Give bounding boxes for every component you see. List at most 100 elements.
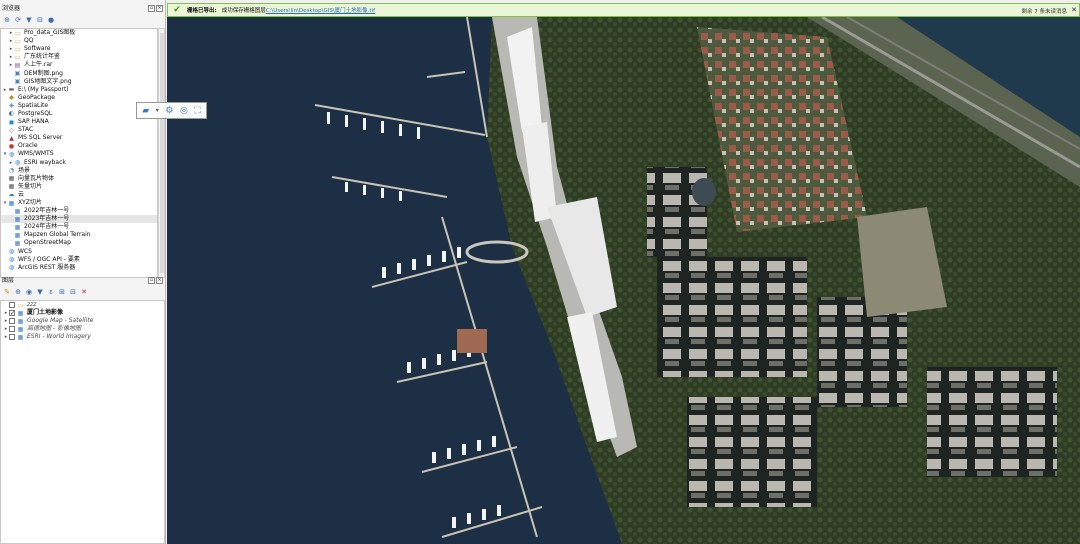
panel-float-button[interactable]: ▫ xyxy=(148,277,155,284)
browser-item[interactable]: ◐ PostgreSQL xyxy=(1,110,157,118)
browser-item[interactable]: ▾ ▦ XYZ切片 xyxy=(1,199,157,207)
close-message-icon[interactable]: ✕ xyxy=(1071,6,1077,14)
browser-item-label: SpatiaLite xyxy=(18,101,49,109)
panel-float-button[interactable]: ▫ xyxy=(148,5,155,12)
browser-item[interactable]: ▦ 2022年吉林一号 xyxy=(1,207,157,215)
browser-item-label: WCS xyxy=(18,247,32,255)
group-folder-icon: ▭ xyxy=(17,301,24,309)
collapse-all-icon[interactable]: ⊟ xyxy=(69,288,77,296)
message-text: 成功保存栅格图层 xyxy=(221,8,266,14)
add-layer-icon[interactable]: ⊕ xyxy=(3,16,11,24)
layer-label: ESRI - World Imagery xyxy=(27,333,91,341)
browser-item[interactable]: ▾ ◍ WMS/WMTS xyxy=(1,150,157,158)
layer-visibility-checkbox[interactable]: ✓ xyxy=(9,310,15,317)
layer-stack-icon[interactable]: ▰ xyxy=(142,105,149,117)
eye-icon[interactable]: ◉ xyxy=(25,288,33,296)
browser-item-label: 2022年吉林一号 xyxy=(24,207,70,215)
browser-panel-title-text: 浏览器 xyxy=(2,5,21,12)
browser-item[interactable]: ▦ OpenStreetMap xyxy=(1,239,157,247)
image-icon: ▣ xyxy=(14,70,21,78)
browser-item[interactable]: ● Oracle xyxy=(1,142,157,150)
tile-grid-icon: ▦ xyxy=(14,207,21,215)
layer-item[interactable]: ▸ ✓ ▦ 厦门土地影像 xyxy=(1,309,164,317)
layer-visibility-checkbox[interactable] xyxy=(9,334,15,341)
browser-item[interactable]: ▦ Mapzen Global Terrain xyxy=(1,231,157,239)
browser-item[interactable]: ▦ 矢量切片 xyxy=(1,183,157,191)
browser-item[interactable]: ▣ GIS地图文字.png xyxy=(1,78,157,86)
refresh-icon[interactable]: ⟳ xyxy=(14,16,22,24)
remove-layer-icon[interactable]: ✕ xyxy=(80,288,88,296)
browser-item-label: XYZ切片 xyxy=(18,199,42,207)
expand-all-icon[interactable]: ⊞ xyxy=(58,288,66,296)
browser-item-label: Pro_data_GIS图板 xyxy=(24,29,76,37)
browser-item[interactable]: ▲ MS SQL Server xyxy=(1,134,157,142)
browser-item[interactable]: ◇ STAC xyxy=(1,126,157,134)
browser-item[interactable]: ◍ ArcGIS REST 服务器 xyxy=(1,264,157,272)
layer-visibility-checkbox[interactable] xyxy=(9,326,15,333)
browser-item-label: E:\ (My Passport) xyxy=(18,85,69,93)
browser-item-label: 矢量切片 xyxy=(18,182,43,190)
mssql-icon: ▲ xyxy=(9,134,14,142)
browser-scrollbar[interactable] xyxy=(158,28,165,278)
browser-item-label: PostgreSQL xyxy=(18,109,53,117)
layer-label: 高德地图 - 影像地图 xyxy=(27,325,81,333)
expression-filter-icon[interactable]: ε xyxy=(47,288,55,296)
filter-icon[interactable]: ▼ xyxy=(25,16,33,24)
browser-item-label: Oracle xyxy=(18,142,38,150)
arcgis-icon: ◍ xyxy=(8,264,15,272)
message-path-link[interactable]: C:\Users\lin\Desktop\GIS\厦门土地影像.tif xyxy=(266,6,375,14)
zoom-icon[interactable]: ◎ xyxy=(180,105,188,117)
browser-item-label: WFS / OGC API - 要素 xyxy=(18,255,80,263)
browser-item[interactable]: ◍ WFS / OGC API - 要素 xyxy=(1,256,157,264)
layer-visibility-checkbox[interactable] xyxy=(9,302,15,309)
browser-item[interactable]: ▸ ▭ QQ xyxy=(1,37,157,45)
raster-layer-icon: ▦ xyxy=(17,333,24,341)
layer-item[interactable]: ▸ ▦ Google Map - Satellite xyxy=(1,317,164,325)
layer-visibility-checkbox[interactable] xyxy=(9,318,15,325)
panel-close-button[interactable]: × xyxy=(156,5,163,12)
browser-item-label: ESRI wayback xyxy=(24,158,66,166)
gear-icon[interactable]: ⚙ xyxy=(165,105,173,117)
layer-label: zzz xyxy=(27,301,37,309)
browser-item[interactable]: ☁ 云 xyxy=(1,191,157,199)
browser-item-label: 云 xyxy=(18,190,25,198)
browser-item[interactable]: ▸ ▬ E:\ (My Passport) xyxy=(1,86,157,94)
layers-toolbar: ✎ ⊕ ◉ ▼ ε ⊞ ⊟ ✕ xyxy=(0,286,165,298)
browser-item-label: QQ xyxy=(24,37,34,45)
layer-item[interactable]: ▸ ▦ ESRI - World Imagery xyxy=(1,333,164,341)
browser-item-label: GIS地图文字.png xyxy=(24,77,72,85)
layer-item[interactable]: ▭ zzz xyxy=(1,301,164,309)
browser-item[interactable]: ◈ SpatiaLite xyxy=(1,102,157,110)
browser-item[interactable]: ▸ ▤ 人上午.rar xyxy=(1,61,157,69)
browser-item[interactable]: ▸ ◍ ESRI wayback xyxy=(1,159,157,167)
browser-item[interactable]: ◍ WCS xyxy=(1,248,157,256)
fullscreen-icon[interactable]: ⛶ xyxy=(194,105,200,117)
browser-panel-title: 浏览器 ▫ × xyxy=(0,4,165,14)
chevron-down-icon[interactable]: ▾ xyxy=(156,105,159,117)
browser-item-label: Mapzen Global Terrain xyxy=(24,231,91,239)
style-icon[interactable]: ✎ xyxy=(3,288,11,296)
panel-close-button[interactable]: × xyxy=(156,277,163,284)
image-icon: ▣ xyxy=(14,78,21,86)
browser-item[interactable]: ◔ 场景 xyxy=(1,167,157,175)
wfs-icon: ◍ xyxy=(8,256,15,264)
layers-panel-title-text: 图层 xyxy=(2,277,15,284)
properties-icon[interactable]: ● xyxy=(47,16,55,24)
map-canvas[interactable] xyxy=(167,17,1080,544)
browser-item[interactable]: ▦ 2024年吉林一号 xyxy=(1,223,157,231)
layer-item[interactable]: ▸ ▦ 高德地图 - 影像地图 xyxy=(1,325,164,333)
tile-grid-icon: ▦ xyxy=(14,231,21,239)
browser-item[interactable]: ▦ 向量瓦片物体 xyxy=(1,175,157,183)
collapse-all-icon[interactable]: ⊟ xyxy=(36,16,44,24)
remaining-messages[interactable]: 剩余 7 条未读消息 xyxy=(1022,7,1068,15)
geopackage-icon: ◆ xyxy=(9,94,14,102)
layers-panel-title: 图层 ▫ × xyxy=(0,276,165,286)
browser-item[interactable]: ◼ SAP HANA xyxy=(1,118,157,126)
browser-item[interactable]: ▣ DEM制图.png xyxy=(1,69,157,78)
cloud-icon: ☁ xyxy=(8,191,15,199)
browser-item[interactable]: ◆ GeoPackage xyxy=(1,94,157,102)
add-group-icon[interactable]: ⊕ xyxy=(14,288,22,296)
filter-legend-icon[interactable]: ▼ xyxy=(36,288,44,296)
browser-item[interactable]: ▸ ▭ Pro_data_GIS图板 xyxy=(1,29,157,37)
scrollbar-thumb[interactable] xyxy=(160,33,164,273)
